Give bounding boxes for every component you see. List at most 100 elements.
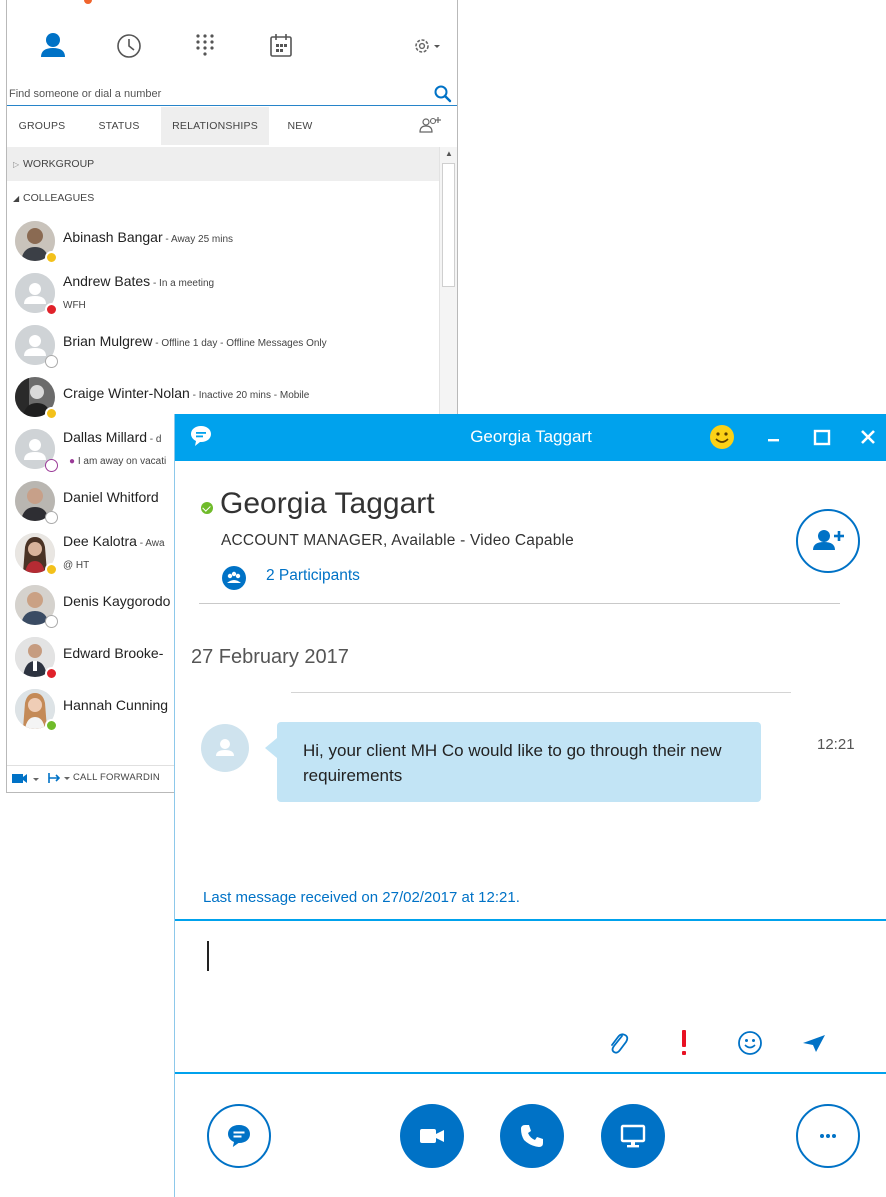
group-header-workgroup[interactable]: ▷ WORKGROUP <box>7 147 439 181</box>
search-input[interactable] <box>9 84 419 104</box>
contact-name-heading[interactable]: Georgia Taggart <box>220 487 435 521</box>
contact-status: - In a meeting <box>150 278 215 289</box>
contact-view-tabs: GROUPS STATUS RELATIONSHIPS NEW <box>7 107 457 145</box>
call-forwarding-icon[interactable] <box>47 771 73 785</box>
tab-groups[interactable]: GROUPS <box>15 107 69 145</box>
message-compose-input[interactable] <box>199 931 859 1031</box>
maximize-icon[interactable] <box>809 426 835 450</box>
emoji-icon[interactable] <box>708 423 736 451</box>
call-forwarding-label[interactable]: CALL FORWARDIN <box>73 772 160 783</box>
conversations-tab-button[interactable] <box>97 14 161 78</box>
contact-note: WFH <box>63 300 86 311</box>
attach-icon <box>611 1033 629 1054</box>
more-icon <box>820 1134 836 1138</box>
presence-out-of-office-indicator <box>45 459 58 472</box>
message-text: Hi, your client MH Co would like to go t… <box>303 741 722 785</box>
contact-row[interactable]: Abinash Bangar - Away 25 mins <box>7 215 439 267</box>
sender-avatar <box>201 724 249 772</box>
video-call-button[interactable] <box>400 1104 464 1168</box>
presence-busy-indicator <box>45 667 58 680</box>
add-person-icon <box>813 530 844 550</box>
presence-busy-indicator <box>45 303 58 316</box>
contact-name: Abinash Bangar <box>63 229 163 245</box>
mark-important-button[interactable] <box>667 1026 701 1060</box>
options-menu-button[interactable] <box>401 14 453 78</box>
contact-name: Craige Winter-Nolan <box>63 385 190 401</box>
meetings-tab-button[interactable] <box>249 14 313 78</box>
contact-status: - Inactive 20 mins - Mobile <box>189 390 310 401</box>
presence-offline-indicator <box>45 615 58 628</box>
add-group-icon[interactable] <box>417 115 443 137</box>
chat-icon <box>228 1125 250 1147</box>
default-avatar-icon <box>216 739 234 756</box>
contact-name: Dallas Millard <box>63 429 148 445</box>
contact-note: @ HT <box>63 560 90 571</box>
close-icon[interactable] <box>855 426 881 450</box>
conversation-header: Georgia Taggart ACCOUNT MANAGER, Availab… <box>175 461 886 606</box>
contacts-icon <box>41 33 65 57</box>
presence-available-indicator <box>201 502 213 514</box>
minimize-icon[interactable] <box>761 426 787 450</box>
contact-status: - d <box>147 434 162 445</box>
contact-name: Denis Kaygorodo <box>63 593 171 609</box>
conversation-window: Georgia Taggart Georgia Taggart ACCOUNT … <box>174 414 886 1197</box>
screen-share-icon <box>620 1124 646 1148</box>
calendar-icon <box>270 34 292 57</box>
search-icon[interactable] <box>433 84 453 104</box>
scroll-up-arrow-icon[interactable]: ▲ <box>444 147 454 161</box>
send-icon <box>803 1035 825 1052</box>
attach-button[interactable] <box>601 1026 635 1060</box>
note-bullet-icon: ● <box>69 456 78 467</box>
contact-status: - Awa <box>136 538 165 549</box>
contact-name: Hannah Cunning <box>63 697 169 713</box>
important-icon <box>682 1030 686 1055</box>
tab-status[interactable]: STATUS <box>87 107 151 145</box>
camera-device-icon[interactable] <box>11 772 43 786</box>
contacts-tab-button[interactable] <box>21 14 85 78</box>
message-bubble: Hi, your client MH Co would like to go t… <box>265 722 761 802</box>
search-bar <box>7 82 457 106</box>
tab-new[interactable]: NEW <box>275 107 325 145</box>
add-person-button[interactable] <box>796 509 860 573</box>
title-bar: Georgia Taggart <box>175 414 886 461</box>
clock-icon <box>117 34 141 58</box>
last-message-notice: Last message received on 27/02/2017 at 1… <box>203 889 520 906</box>
presence-away-indicator <box>45 563 58 576</box>
im-button[interactable] <box>207 1104 271 1168</box>
screen-share-button[interactable] <box>601 1104 665 1168</box>
contact-name: Dee Kalotra <box>63 533 137 549</box>
contact-status: - Offline 1 day - Offline Messages Only <box>152 338 327 349</box>
presence-offline-indicator <box>45 355 58 368</box>
scrollbar-thumb[interactable] <box>442 163 455 287</box>
tab-relationships[interactable]: RELATIONSHIPS <box>161 107 269 145</box>
contact-row[interactable]: Brian Mulgrew - Offline 1 day - Offline … <box>7 319 439 371</box>
presence-available-indicator <box>45 719 58 732</box>
more-options-button[interactable] <box>796 1104 860 1168</box>
video-icon <box>420 1129 444 1143</box>
participants-icon[interactable] <box>221 565 247 591</box>
participants-link[interactable]: 2 Participants <box>266 567 360 585</box>
compose-divider <box>175 919 886 921</box>
contact-name: Andrew Bates <box>63 273 151 289</box>
dialpad-icon <box>196 34 214 56</box>
contact-title-status: ACCOUNT MANAGER, Available - Video Capab… <box>221 532 574 549</box>
header-divider <box>199 603 840 604</box>
contact-name: Brian Mulgrew <box>63 333 153 349</box>
controls-divider <box>175 1072 886 1074</box>
contact-status: - Away 25 mins <box>162 234 234 245</box>
emoticon-icon <box>738 1031 762 1055</box>
contact-name: Edward Brooke- <box>63 645 164 661</box>
message-timestamp: 12:21 <box>817 736 855 753</box>
notification-dot <box>84 0 92 4</box>
text-caret <box>207 941 209 971</box>
group-header-colleagues[interactable]: ◢ COLLEAGUES <box>7 181 439 215</box>
emoticon-button[interactable] <box>733 1026 767 1060</box>
contact-note: I am away on vacati <box>77 456 167 467</box>
collapse-triangle-icon: ◢ <box>13 194 20 203</box>
send-button[interactable] <box>797 1026 831 1060</box>
phone-icon <box>521 1125 543 1147</box>
presence-away-indicator <box>45 407 58 420</box>
contact-row[interactable]: Andrew Bates - In a meeting WFH <box>7 267 439 319</box>
dialpad-tab-button[interactable] <box>173 14 237 78</box>
audio-call-button[interactable] <box>500 1104 564 1168</box>
